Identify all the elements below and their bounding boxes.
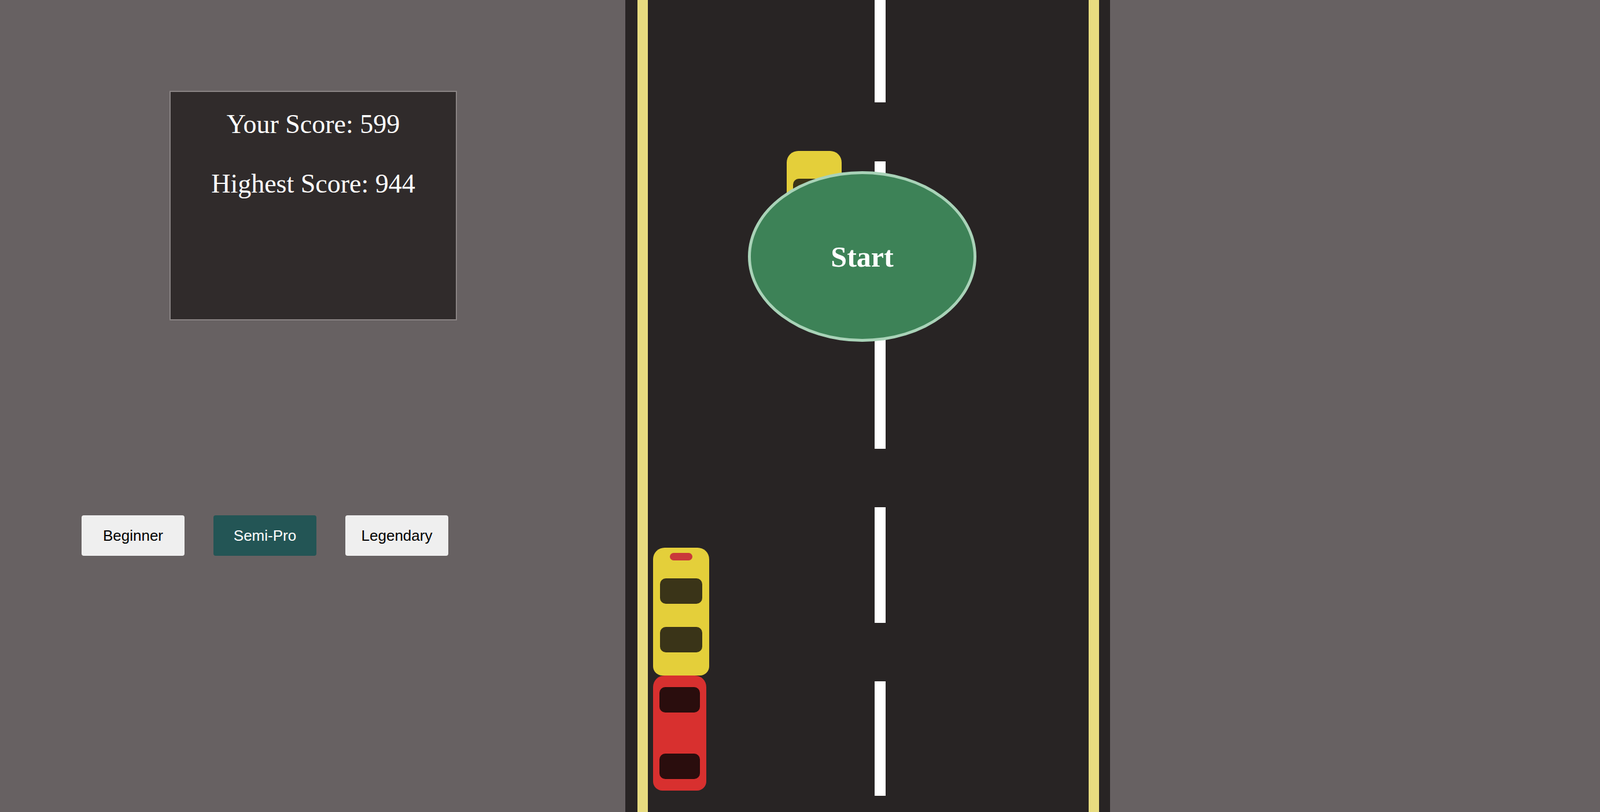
lane-dash <box>874 507 886 623</box>
difficulty-button[interactable]: Semi-Pro <box>213 515 317 556</box>
road: Start <box>625 0 1111 812</box>
lane-dash <box>874 0 886 103</box>
highest-score: Highest Score: 944 <box>170 167 456 200</box>
lane-dash <box>874 681 886 796</box>
difficulty-buttons: Beginner Semi-Pro Legendary <box>81 515 626 556</box>
traffic-car <box>653 547 710 676</box>
score-panel: Your Score: 599 Highest Score: 944 <box>169 90 457 321</box>
current-score: Your Score: 599 <box>170 108 456 140</box>
road-edge-line <box>637 0 648 812</box>
road-edge-line <box>1088 0 1100 812</box>
difficulty-button[interactable]: Legendary <box>345 515 449 556</box>
start-button[interactable]: Start <box>747 171 977 342</box>
difficulty-button[interactable]: Beginner <box>81 515 185 556</box>
player-car <box>653 675 707 791</box>
